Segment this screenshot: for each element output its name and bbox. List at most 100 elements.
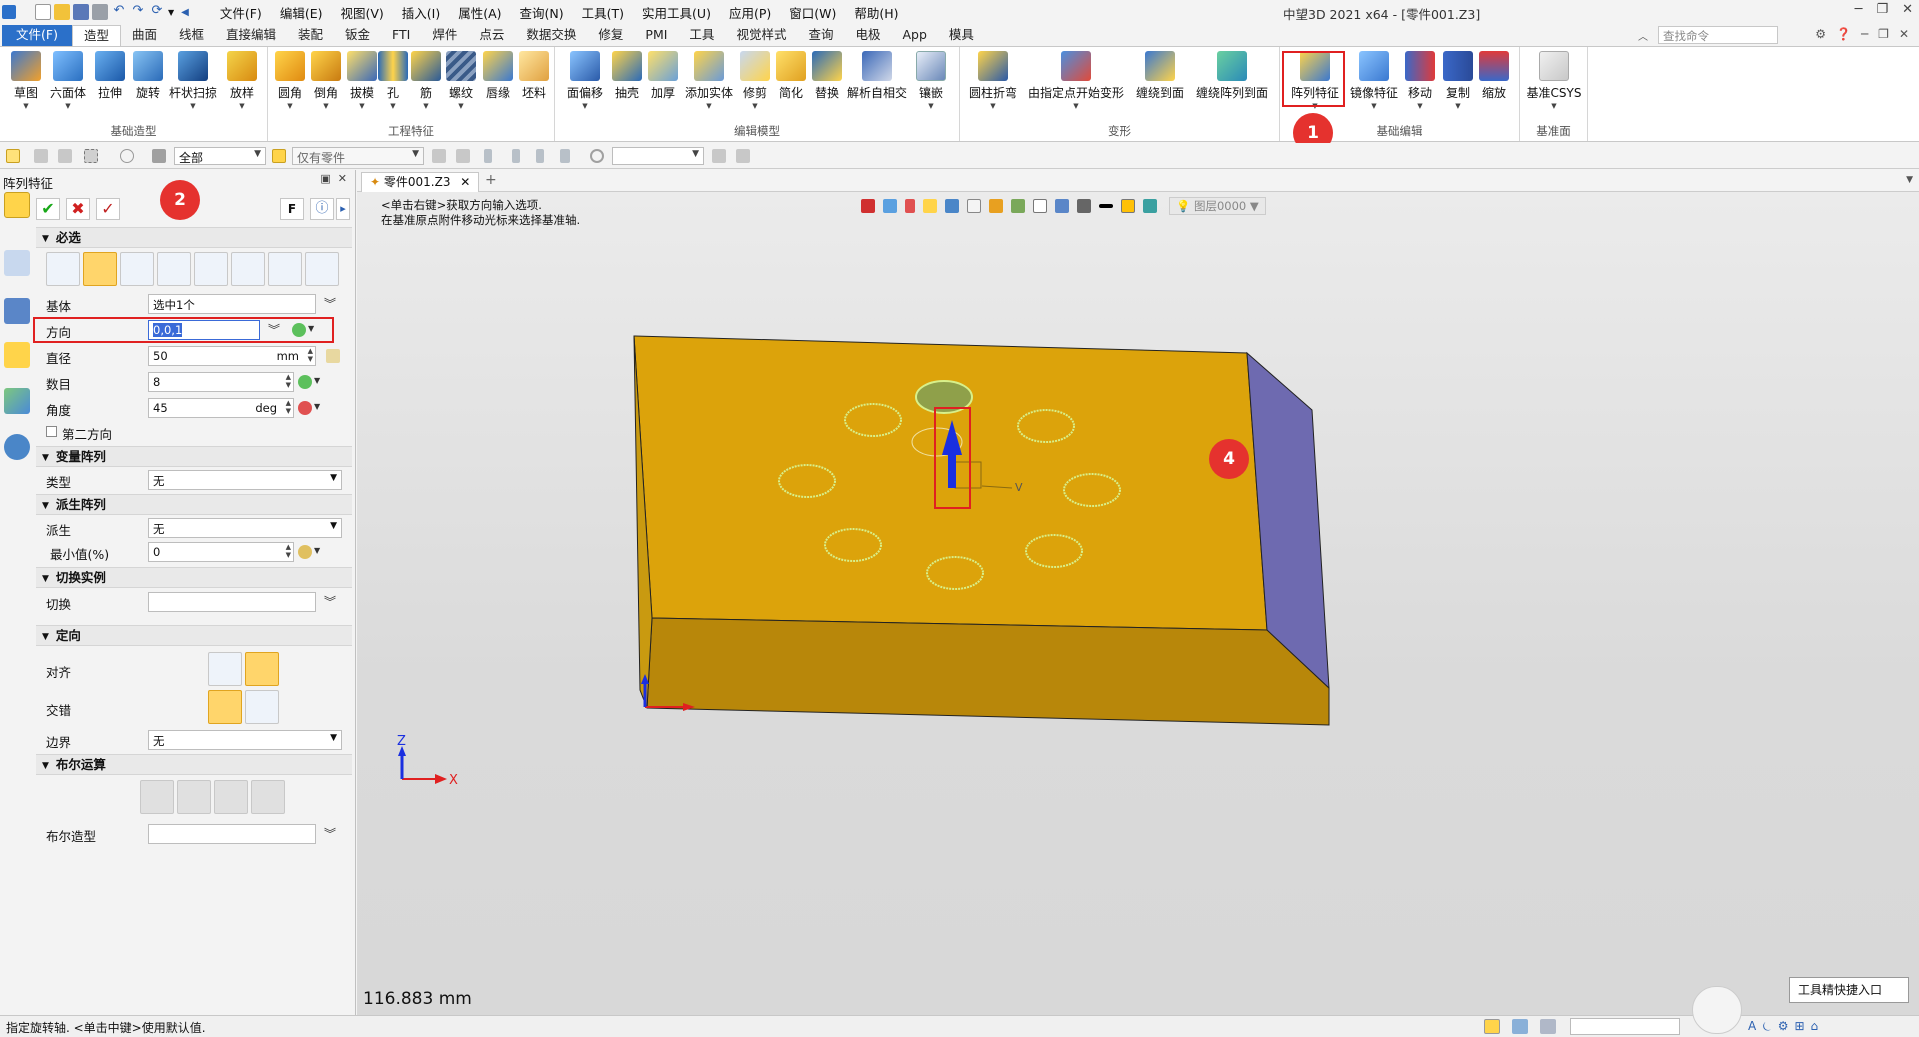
sweep-button[interactable]: 杆状扫掠 ▼	[166, 51, 220, 110]
screen-icon[interactable]	[1512, 1019, 1528, 1034]
new-file-icon[interactable]	[35, 4, 51, 20]
sketch-button[interactable]: 草图 ▼	[6, 51, 46, 110]
close-icon[interactable]: ✕	[1899, 27, 1909, 41]
thread-button[interactable]: 螺纹 ▼	[444, 51, 478, 110]
menu-utilities[interactable]: 实用工具(U)	[633, 3, 720, 22]
tab-fti[interactable]: FTI	[381, 25, 421, 46]
copy-button[interactable]: 复制 ▼	[1440, 51, 1476, 110]
collapse-arrow-icon[interactable]: ◀	[181, 7, 189, 18]
trim-button[interactable]: 修剪 ▼	[737, 51, 773, 110]
wrap-to-face-button[interactable]: 缠绕到面	[1132, 51, 1188, 101]
cylinder-bend-button[interactable]: 圆柱折弯 ▼	[966, 51, 1020, 110]
replace-button[interactable]: 替换	[809, 51, 845, 101]
toolbox-shortcut-tooltip[interactable]: 工具精快捷入口 ✕	[1789, 977, 1909, 1003]
count-field[interactable]: 8 ▲ ▼	[148, 372, 294, 392]
chevron-down-icon[interactable]: ▼	[314, 546, 320, 555]
tab-weldment[interactable]: 焊件	[421, 25, 468, 46]
restore-icon[interactable]: ❐	[1876, 2, 1888, 17]
hole-button[interactable]: 孔 ▼	[378, 51, 408, 110]
open-file-icon[interactable]	[54, 4, 70, 20]
tab-app[interactable]: App	[891, 25, 937, 46]
fill-pattern-icon[interactable]	[194, 252, 228, 286]
menu-view[interactable]: 视图(V)	[331, 3, 392, 22]
menu-file[interactable]: 文件(F)	[211, 3, 271, 22]
part-filter-combo[interactable]: 仅有零件 ▼	[292, 147, 424, 165]
chevron-down-icon[interactable]: ▼	[314, 402, 320, 411]
close-panel-icon[interactable]: ✕	[338, 172, 347, 185]
save-icon[interactable]	[73, 4, 89, 20]
face-offset-button[interactable]: 面偏移 ▼	[563, 51, 607, 110]
redo-icon[interactable]: ↷	[130, 4, 146, 20]
lasso-select-icon[interactable]	[120, 149, 134, 163]
derive-select[interactable]: 无 ▼	[148, 518, 342, 538]
thicken-button[interactable]: 加厚	[645, 51, 681, 101]
expression-icon[interactable]	[298, 375, 312, 389]
measure-angle-icon[interactable]	[298, 401, 312, 415]
user-tab[interactable]	[4, 434, 30, 460]
remove-select-icon[interactable]	[58, 149, 72, 163]
datum-csys-button[interactable]: 基准CSYS ▼	[1524, 51, 1584, 110]
toggle-field[interactable]	[148, 592, 316, 612]
face-pattern-icon[interactable]	[268, 252, 302, 286]
menu-query[interactable]: 查询(N)	[511, 3, 573, 22]
min-value-field[interactable]: 0 ▲ ▼	[148, 542, 294, 562]
base-field[interactable]: 选中1个	[148, 294, 316, 314]
chevron-down-icon[interactable]: ▼	[314, 376, 320, 385]
tab-direct-edit[interactable]: 直接编辑	[215, 25, 287, 46]
cancel-button[interactable]: ✖	[66, 198, 90, 220]
double-chevron-down-icon[interactable]: ︾	[324, 295, 336, 312]
lip-button[interactable]: 唇缘	[480, 51, 516, 101]
rib-button[interactable]: 筋 ▼	[410, 51, 442, 110]
minimize-icon[interactable]: ─	[1855, 2, 1863, 17]
box-select-icon[interactable]	[84, 149, 98, 163]
add-body-button[interactable]: 添加实体 ▼	[683, 51, 735, 110]
restore-icon[interactable]: ❐	[1878, 27, 1889, 41]
ok-button[interactable]: ✔	[36, 198, 60, 220]
resolve-self-intersect-button[interactable]: 解析自相交	[845, 51, 909, 101]
spinner-icon[interactable]: ▲ ▼	[286, 543, 291, 559]
menu-tools[interactable]: 工具(T)	[573, 3, 633, 22]
chamfer-button[interactable]: 倒角 ▼	[308, 51, 344, 110]
help-icon[interactable]: ▸	[336, 198, 350, 220]
menu-apps[interactable]: 应用(P)	[720, 3, 780, 22]
revolve-button[interactable]: 旋转	[128, 51, 168, 101]
tab-wireframe[interactable]: 线框	[168, 25, 215, 46]
tab-data-exchange[interactable]: 数据交换	[515, 25, 587, 46]
apply-button[interactable]: ✓	[96, 198, 120, 220]
double-chevron-down-icon[interactable]: ︾	[324, 593, 336, 610]
tab-electrode[interactable]: 电极	[844, 25, 891, 46]
border-select[interactable]: 无 ▼	[148, 730, 342, 750]
menu-edit[interactable]: 编辑(E)	[271, 3, 332, 22]
cursor-icon[interactable]	[712, 149, 726, 163]
angle-field[interactable]: 45 deg ▲ ▼	[148, 398, 294, 418]
menu-help[interactable]: 帮助(H)	[845, 3, 907, 22]
stock-button[interactable]: 坯料	[516, 51, 552, 101]
print-icon[interactable]	[92, 4, 108, 20]
tab-repair[interactable]: 修复	[587, 25, 634, 46]
tab-tools[interactable]: 工具	[678, 25, 725, 46]
spinner-icon[interactable]: ▲ ▼	[308, 347, 313, 363]
align-icon[interactable]	[245, 652, 279, 686]
graphics-viewport[interactable]: ✦ 零件001.Z3 ✕ + ▼ <单击右键>获取方向输入选项. 在基准原点附件…	[357, 170, 1919, 1015]
add-select-icon[interactable]	[34, 149, 48, 163]
curve-pattern-icon[interactable]	[231, 252, 265, 286]
image-tab[interactable]	[4, 388, 30, 414]
tab-query[interactable]: 查询	[797, 25, 844, 46]
section-boolean[interactable]: 布尔运算	[36, 754, 352, 775]
second-direction-checkbox[interactable]	[46, 426, 57, 437]
boolean-intersect-icon[interactable]	[251, 780, 285, 814]
tab-pmi[interactable]: PMI	[634, 25, 678, 46]
snap-icon[interactable]	[736, 149, 750, 163]
assembly-tab[interactable]	[4, 298, 30, 324]
loft-button[interactable]: 放样 ▼	[222, 51, 262, 110]
polygon-pattern-icon[interactable]	[120, 252, 154, 286]
tab-point-cloud[interactable]: 点云	[468, 25, 515, 46]
deform-from-point-button[interactable]: 由指定点开始变形 ▼	[1024, 51, 1128, 110]
wrap-pattern-to-face-button[interactable]: 缠绕阵列到面	[1192, 51, 1272, 101]
settings-icon[interactable]: ⚙	[1815, 27, 1826, 41]
f-button[interactable]: F	[280, 198, 304, 220]
help-icon[interactable]: ❓	[1836, 27, 1851, 41]
grid-icon[interactable]	[208, 690, 242, 724]
circular-pattern-icon[interactable]	[83, 252, 117, 286]
pick-filter-icon[interactable]	[456, 149, 470, 163]
